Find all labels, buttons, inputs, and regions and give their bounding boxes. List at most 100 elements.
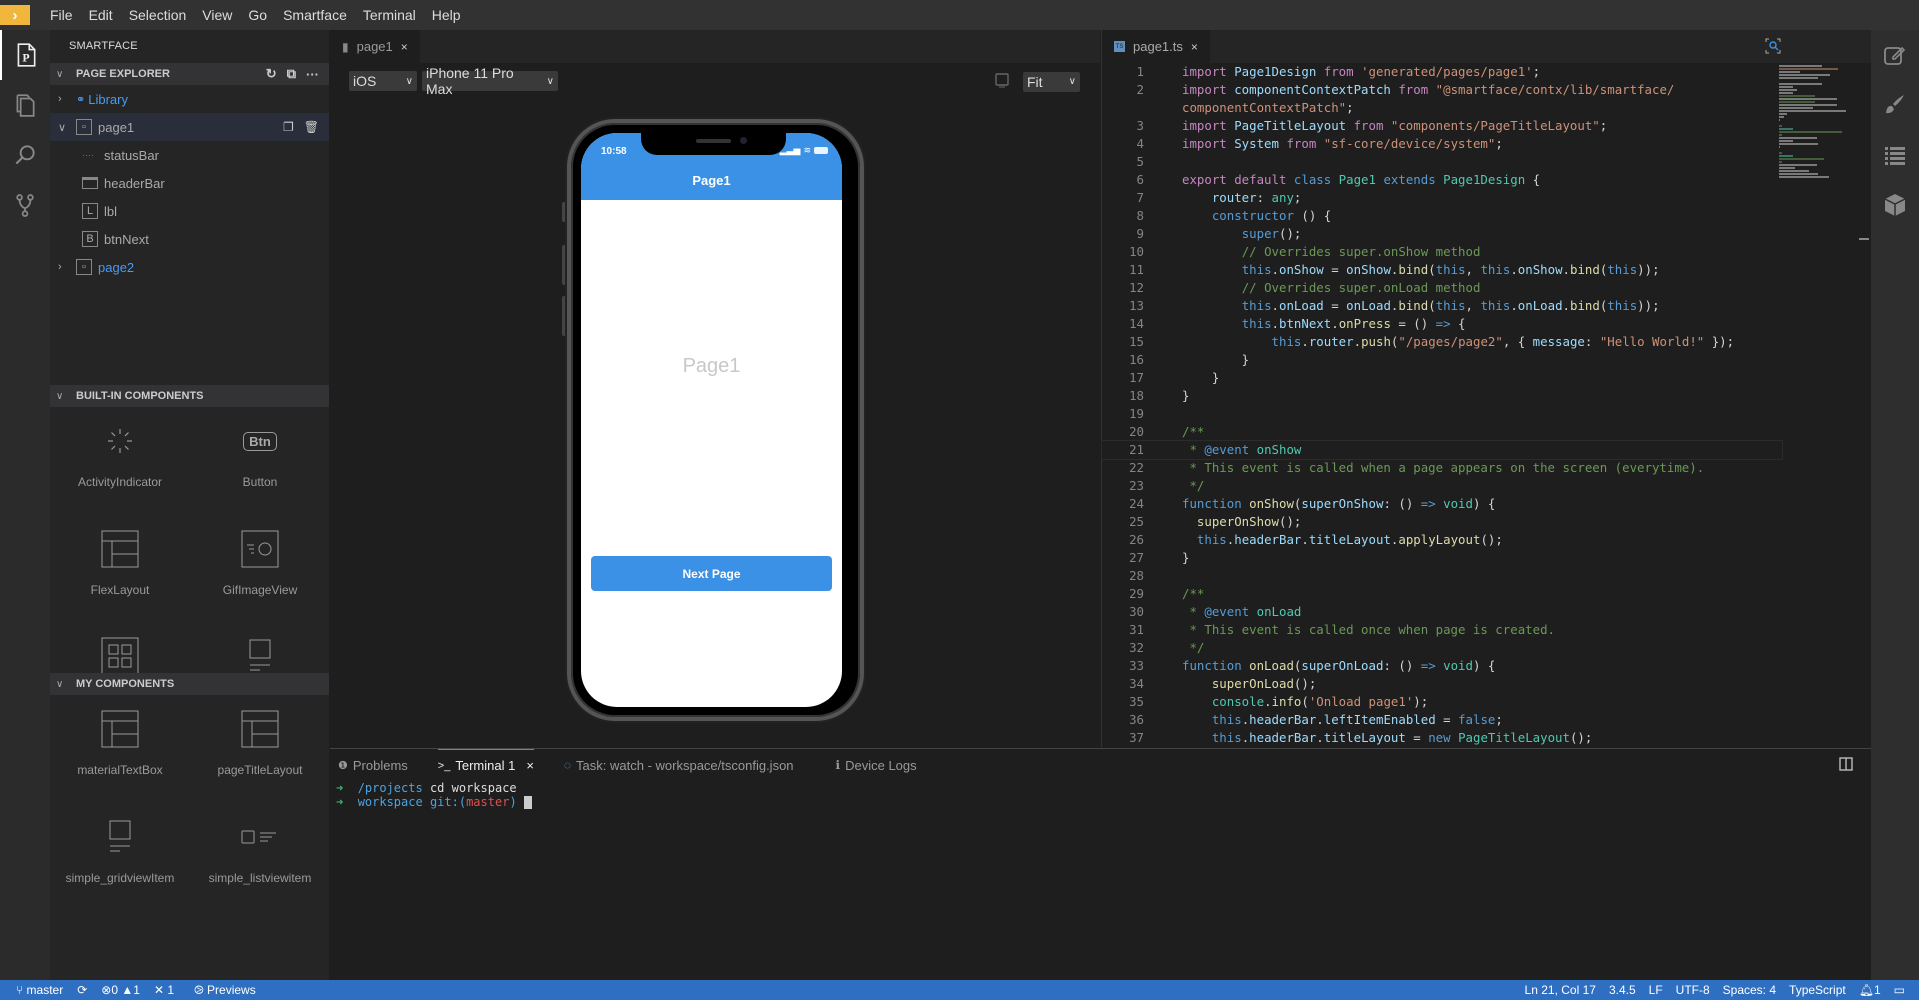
code-line[interactable]: 3 import PageTitleLayout from "components… xyxy=(1102,117,1782,135)
tab-page1[interactable]: ▮ page1 × xyxy=(330,30,420,63)
language-mode[interactable]: TypeScript xyxy=(1789,983,1846,997)
code-line[interactable]: 30 * @event onLoad xyxy=(1102,603,1782,621)
close-icon[interactable]: × xyxy=(526,758,534,773)
component-gifimageview[interactable]: GifImageView xyxy=(190,515,330,623)
edit-icon[interactable] xyxy=(1871,30,1919,80)
code-line[interactable]: 23 */ xyxy=(1102,477,1782,495)
tree-item-library[interactable]: › ⚭ Library xyxy=(50,85,329,113)
source-control-icon[interactable] xyxy=(0,180,50,230)
code-line[interactable]: 19 xyxy=(1102,405,1782,423)
code-line[interactable]: 24 function onShow(superOnShow: () => voi… xyxy=(1102,495,1782,513)
menu-go[interactable]: Go xyxy=(240,7,275,23)
component-gridview[interactable] xyxy=(50,623,190,675)
component-activityindicator[interactable]: ActivityIndicator xyxy=(50,407,190,515)
menu-smartface[interactable]: Smartface xyxy=(275,7,355,23)
code-line[interactable]: 27} xyxy=(1102,549,1782,567)
code-line[interactable]: 2 import componentContextPatch from "@sma… xyxy=(1102,81,1782,99)
code-line[interactable]: 28 xyxy=(1102,567,1782,585)
phone-label-lbl[interactable]: Page1 xyxy=(581,355,842,378)
brush-icon[interactable] xyxy=(1871,80,1919,130)
tree-item-lbl[interactable]: L lbl xyxy=(50,197,329,225)
code-line[interactable]: 5 xyxy=(1102,153,1782,171)
component-simple-listviewitem[interactable]: simple_listviewitem xyxy=(190,803,330,911)
code-line[interactable]: 1 import Page1Design from 'generated/page… xyxy=(1102,63,1782,81)
sync-icon[interactable]: ⟳ xyxy=(77,983,87,997)
tab-task-watch[interactable]: ◌ Task: watch - workspace/tsconfig.json xyxy=(564,749,794,781)
tools-status[interactable]: ✕ 1 xyxy=(154,983,174,997)
find-icon[interactable] xyxy=(1765,38,1781,57)
code-line[interactable]: 33 function onLoad(superOnLoad: () => voi… xyxy=(1102,657,1782,675)
code-line[interactable]: 7 router: any; xyxy=(1102,189,1782,207)
duplicate-icon[interactable]: ❐ xyxy=(283,120,294,134)
component-simple-gridviewitem[interactable]: simple_gridviewItem xyxy=(50,803,190,911)
code-line[interactable]: 11 this.onShow = onShow.bind(this, this.… xyxy=(1102,261,1782,279)
code-line[interactable]: 37 this.headerBar.titleLayout = new Page… xyxy=(1102,729,1782,747)
tab-device-logs[interactable]: ℹ Device Logs xyxy=(836,749,917,781)
code-line[interactable]: 10 // Overrides super.onShow method xyxy=(1102,243,1782,261)
builtin-components-header[interactable]: ∨ BUILT-IN COMPONENTS xyxy=(50,385,329,407)
menu-file[interactable]: File xyxy=(42,7,81,23)
previews-status[interactable]: ⧁ Previews xyxy=(194,983,256,998)
encoding[interactable]: UTF-8 xyxy=(1676,983,1710,997)
component-flexlayout[interactable]: FlexLayout xyxy=(50,515,190,623)
menu-view[interactable]: View xyxy=(194,7,240,23)
code-line[interactable]: 9 super(); xyxy=(1102,225,1782,243)
collapse-all-icon[interactable]: ⧉ xyxy=(287,66,296,82)
code-line[interactable]: 25 superOnShow(); xyxy=(1102,513,1782,531)
my-components-header[interactable]: ∨ MY COMPONENTS xyxy=(50,673,329,695)
code-line[interactable]: 17 } xyxy=(1102,369,1782,387)
code-line[interactable]: 35 console.info('Onload page1'); xyxy=(1102,693,1782,711)
code-line[interactable]: 31 * This event is called once when page… xyxy=(1102,621,1782,639)
code-line[interactable]: 26 this.headerBar.titleLayout.applyLayou… xyxy=(1102,531,1782,549)
close-icon[interactable]: × xyxy=(1191,40,1198,54)
split-panel-icon[interactable] xyxy=(1839,757,1853,774)
tree-item-statusbar[interactable]: ···· statusBar xyxy=(50,141,329,169)
editor-scrollbar-thumb[interactable] xyxy=(1859,238,1869,240)
terminal-output[interactable]: ➜ /projects cd workspace ➜ workspace git… xyxy=(330,781,1871,809)
component-button[interactable]: Btn Button xyxy=(190,407,330,515)
code-line[interactable]: componentContextPatch"; xyxy=(1102,99,1782,117)
tab-terminal-1[interactable]: >_ Terminal 1 × xyxy=(437,749,534,781)
branch-status[interactable]: ⑂ master xyxy=(16,983,63,997)
code-lines[interactable]: 1 import Page1Design from 'generated/page… xyxy=(1101,63,1783,747)
code-line[interactable]: 36 this.headerBar.leftItemEnabled = fals… xyxy=(1102,711,1782,729)
cube-icon[interactable] xyxy=(1871,180,1919,230)
code-line[interactable]: 13 this.onLoad = onLoad.bind(this, this.… xyxy=(1102,297,1782,315)
close-icon[interactable]: × xyxy=(401,40,408,54)
tab-page1-ts[interactable]: TS page1.ts × xyxy=(1102,30,1210,63)
code-line[interactable]: 15 this.router.push("/pages/page2", { me… xyxy=(1102,333,1782,351)
code-line[interactable]: 16 } xyxy=(1102,351,1782,369)
tab-problems[interactable]: ❶ Problems xyxy=(338,749,408,781)
page-explorer-header[interactable]: ∨ PAGE EXPLORER ↻ ⧉ ··· xyxy=(50,63,329,85)
rotate-device-icon[interactable] xyxy=(993,71,1011,92)
tree-item-btnnext[interactable]: B btnNext xyxy=(50,225,329,253)
notifications[interactable]: 🔔︎1 xyxy=(1859,983,1881,997)
code-line[interactable]: 20 /** xyxy=(1102,423,1782,441)
phone-button-btnnext[interactable]: Next Page xyxy=(591,556,832,591)
more-icon[interactable]: ··· xyxy=(306,67,319,82)
code-line[interactable]: 21 * @event onShow xyxy=(1101,440,1783,460)
cursor-position[interactable]: Ln 21, Col 17 xyxy=(1525,983,1596,997)
code-line[interactable]: 18} xyxy=(1102,387,1782,405)
code-line[interactable]: 14 this.btnNext.onPress = () => { xyxy=(1102,315,1782,333)
device-select[interactable]: iPhone 11 Pro Max ∨ xyxy=(422,65,558,97)
trash-icon[interactable]: 🗑︎ xyxy=(304,120,319,134)
tree-item-headerbar[interactable]: headerBar xyxy=(50,169,329,197)
minimap[interactable] xyxy=(1779,63,1859,747)
menu-help[interactable]: Help xyxy=(424,7,469,23)
zoom-select[interactable]: Fit ∨ xyxy=(1023,71,1080,92)
code-line[interactable]: 4 import System from "sf-core/device/syst… xyxy=(1102,135,1782,153)
code-line[interactable]: 6 export default class Page1 extends Page… xyxy=(1102,171,1782,189)
app-logo[interactable]: › xyxy=(0,5,30,25)
code-line[interactable]: 34 superOnLoad(); xyxy=(1102,675,1782,693)
panel-toggle-icon[interactable]: ▭ xyxy=(1894,983,1905,997)
refresh-icon[interactable]: ↻ xyxy=(266,66,277,82)
component-gridviewitem[interactable] xyxy=(190,623,330,673)
list-icon[interactable] xyxy=(1871,130,1919,180)
search-icon[interactable] xyxy=(0,130,50,180)
code-line[interactable]: 32 */ xyxy=(1102,639,1782,657)
code-line[interactable]: 8 constructor () { xyxy=(1102,207,1782,225)
code-line[interactable]: 12 // Overrides super.onLoad method xyxy=(1102,279,1782,297)
indentation[interactable]: Spaces: 4 xyxy=(1723,983,1776,997)
menu-terminal[interactable]: Terminal xyxy=(355,7,424,23)
